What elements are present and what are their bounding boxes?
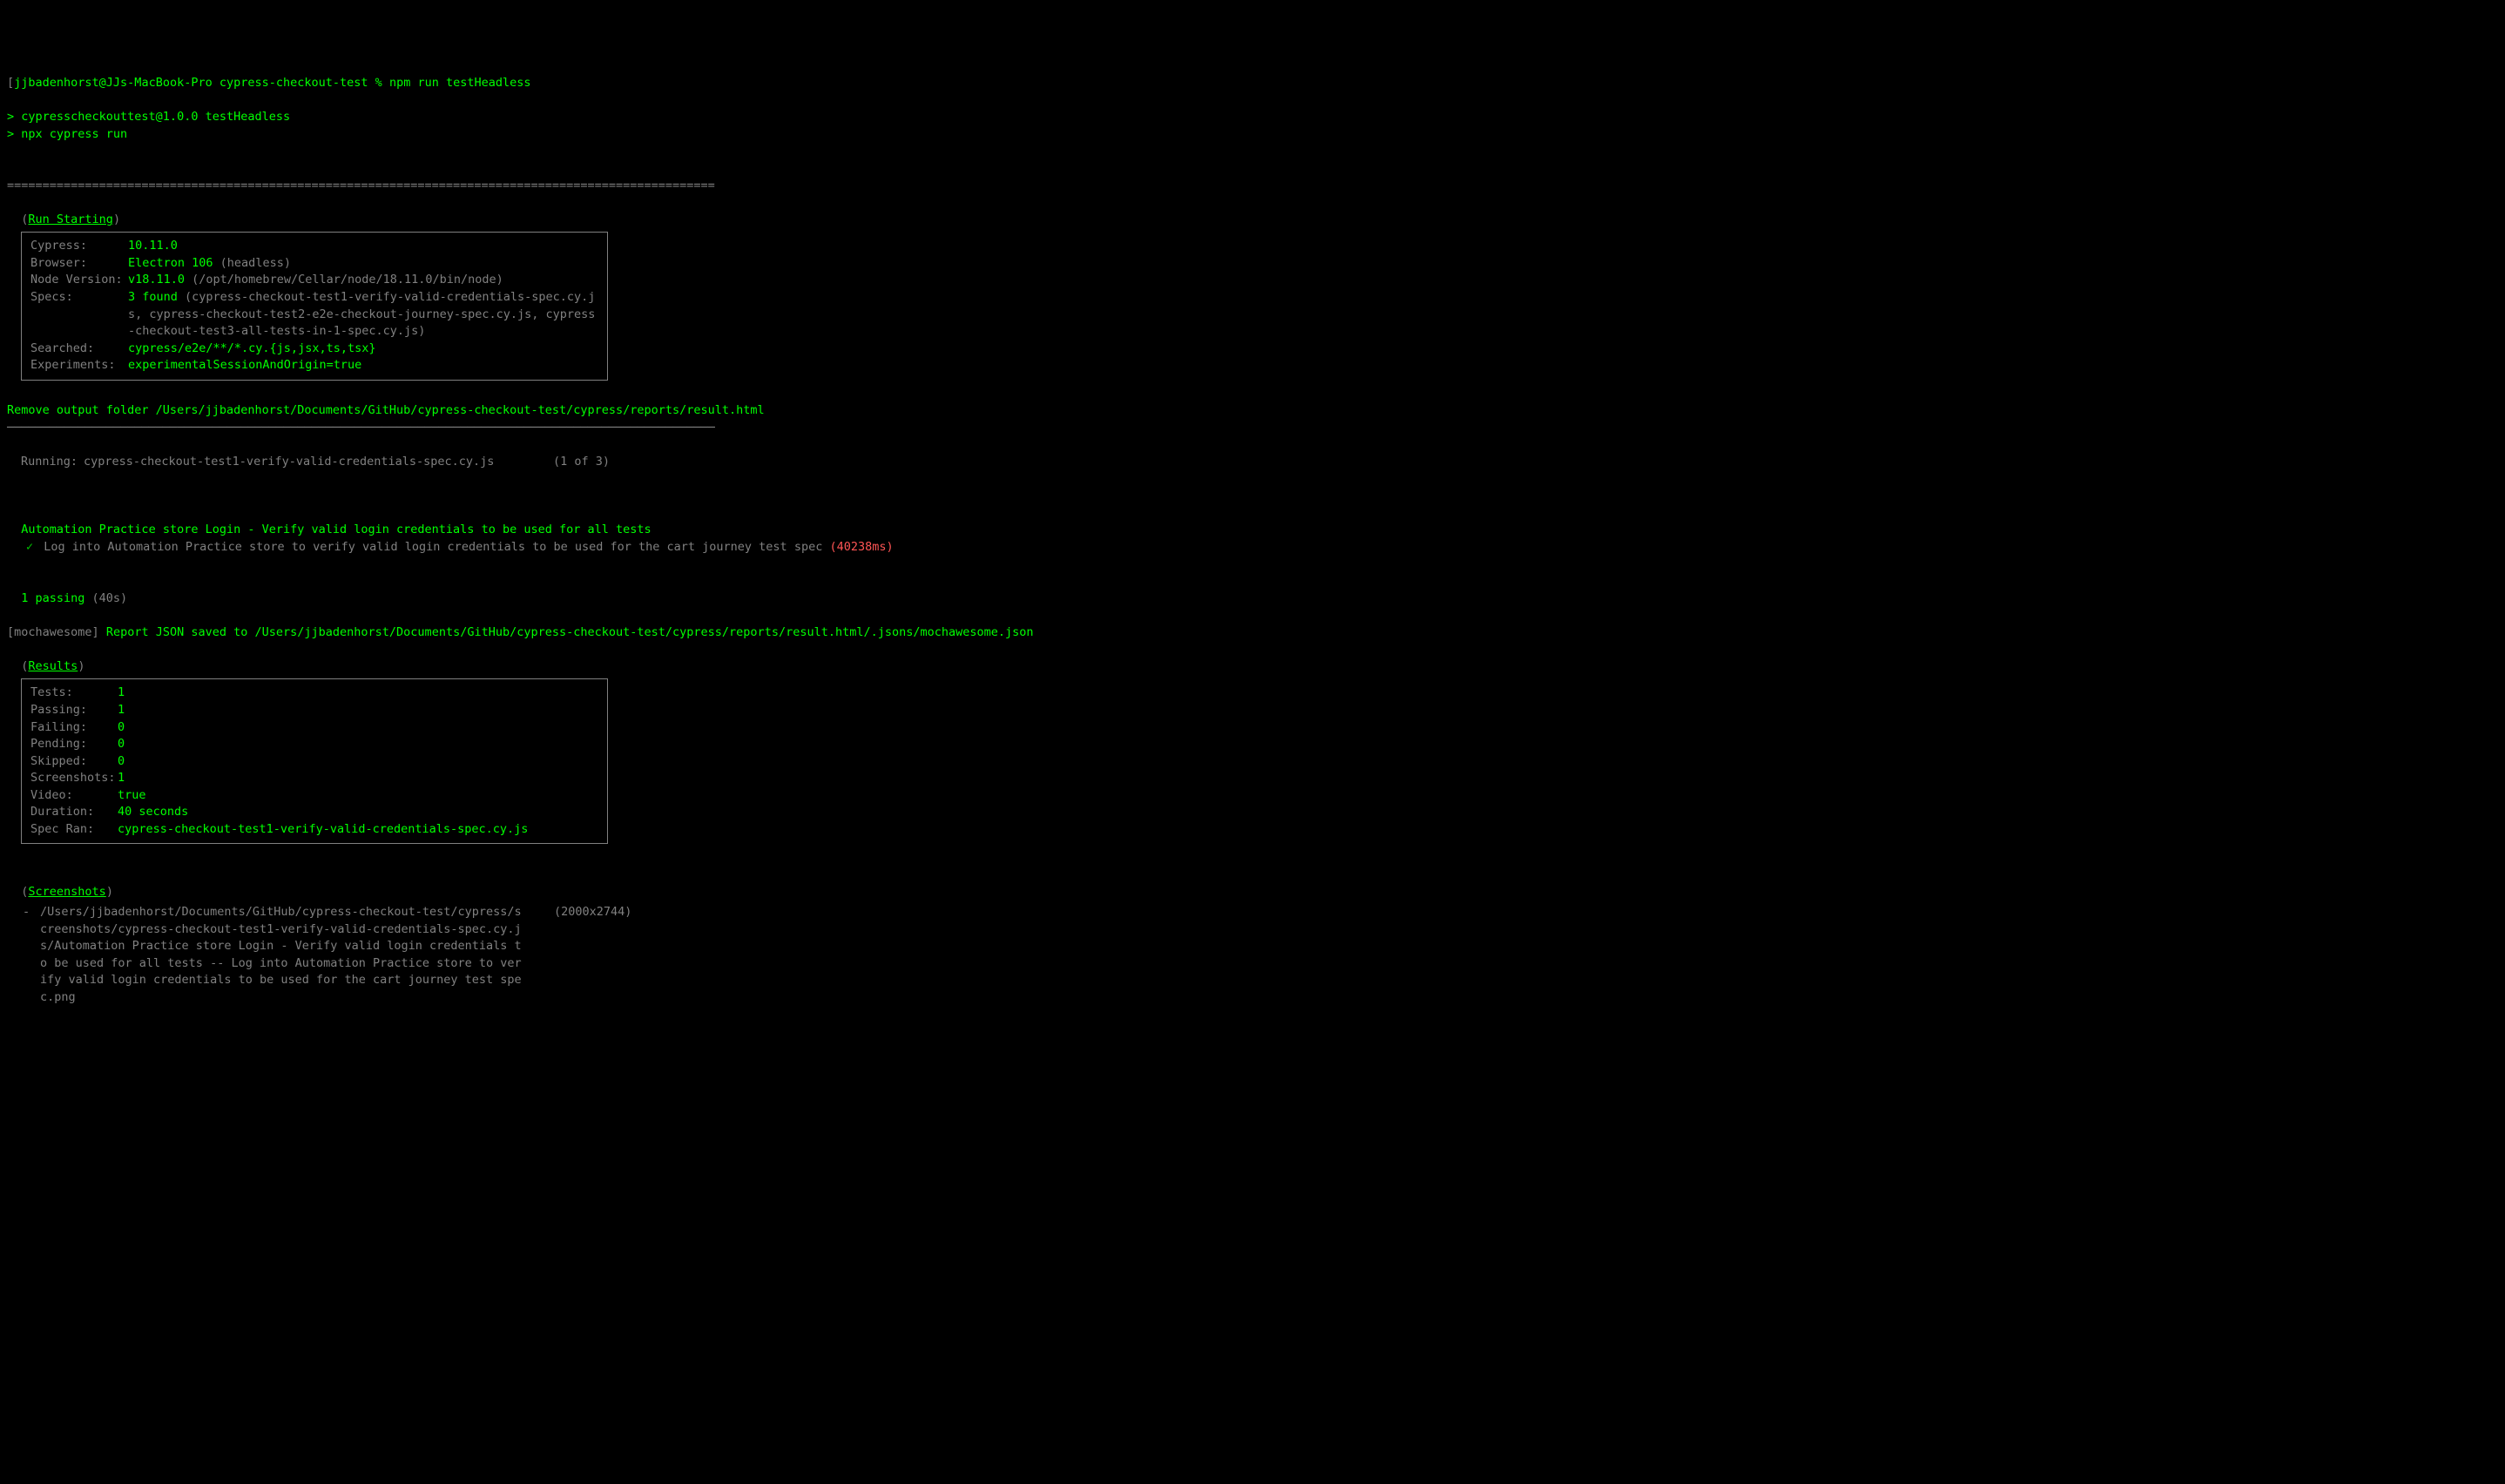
check-icon: ✓ xyxy=(26,540,37,554)
mochawesome-text: Report JSON saved to /Users/jjbadenhorst… xyxy=(99,625,1034,639)
env-info-box: Cypress:10.11.0Browser:Electron 106 (hea… xyxy=(21,232,608,381)
passing-time: (40s) xyxy=(84,591,127,605)
results-pending-row: Pending:0 xyxy=(30,736,598,753)
screenshots-header: (Screenshots) xyxy=(21,885,113,899)
results-spec-label: Spec Ran: xyxy=(30,821,118,839)
results-skipped-value: 0 xyxy=(118,753,125,771)
env-experiments-value: experimentalSessionAndOrigin=true xyxy=(128,357,598,374)
prompt-lbracket: [ xyxy=(7,76,14,90)
prompt-line: [jjbadenhorst@JJs-MacBook-Pro cypress-ch… xyxy=(7,76,531,90)
run-starting-label: Run Starting xyxy=(28,212,113,226)
screenshot-dimensions: (2000x2744) xyxy=(528,904,631,1006)
env-cypress-row: Cypress:10.11.0 xyxy=(30,238,598,255)
running-label: Running: xyxy=(21,454,84,471)
env-experiments-row: Experiments:experimentalSessionAndOrigin… xyxy=(30,357,598,374)
env-node-path: (/opt/homebrew/Cellar/node/18.11.0/bin/n… xyxy=(185,273,503,287)
env-specs-count: 3 found xyxy=(128,290,178,304)
results-video-value: true xyxy=(118,787,146,805)
results-box: Tests:1Passing:1Failing:0Pending:0Skippe… xyxy=(21,678,608,844)
results-pending-value: 0 xyxy=(118,736,125,753)
test-time: (40238ms) xyxy=(829,540,893,554)
npm-line-1: > cypresscheckouttest@1.0.0 testHeadless xyxy=(7,110,290,124)
env-experiments-label: Experiments: xyxy=(30,357,128,374)
prompt-path: cypress-checkout-test xyxy=(219,76,368,90)
results-screenshots-row: Screenshots:1 xyxy=(30,770,598,787)
results-failing-value: 0 xyxy=(118,719,125,737)
results-passing-value: 1 xyxy=(118,702,125,719)
results-passing-label: Passing: xyxy=(30,702,118,719)
running-file: cypress-checkout-test1-verify-valid-cred… xyxy=(84,454,553,471)
results-duration-row: Duration:40 seconds xyxy=(30,804,598,821)
env-searched-value: cypress/e2e/**/*.cy.{js,jsx,ts,tsx} xyxy=(128,341,598,358)
npm-line-2: > npx cypress run xyxy=(7,127,127,141)
divider2-line: ────────────────────────────────────────… xyxy=(7,421,715,435)
divider-line: ========================================… xyxy=(7,179,715,192)
env-cypress-value: 10.11.0 xyxy=(128,238,598,255)
env-node-label: Node Version: xyxy=(30,272,128,289)
results-passing-row: Passing:1 xyxy=(30,702,598,719)
passing-count: 1 passing xyxy=(21,591,84,605)
screenshot-path: /Users/jjbadenhorst/Documents/GitHub/cyp… xyxy=(40,904,528,1006)
results-label: Results xyxy=(28,659,78,673)
screenshots-label: Screenshots xyxy=(28,885,105,899)
prompt-command: npm run testHeadless xyxy=(389,76,531,90)
prompt-user-host: jjbadenhorst@JJs-MacBook-Pro xyxy=(14,76,213,90)
results-duration-value: 40 seconds xyxy=(118,804,188,821)
env-searched-row: Searched:cypress/e2e/**/*.cy.{js,jsx,ts,… xyxy=(30,341,598,358)
results-screenshots-label: Screenshots: xyxy=(30,770,118,787)
results-pending-label: Pending: xyxy=(30,736,118,753)
results-video-row: Video:true xyxy=(30,787,598,805)
screenshot-entry: -/Users/jjbadenhorst/Documents/GitHub/cy… xyxy=(7,904,2498,1006)
results-skipped-label: Skipped: xyxy=(30,753,118,771)
env-specs-row: Specs:3 found (cypress-checkout-test1-ve… xyxy=(30,289,598,341)
prompt-sep: % xyxy=(368,76,389,90)
results-tests-label: Tests: xyxy=(30,685,118,702)
passing-summary: 1 passing (40s) xyxy=(21,591,127,605)
test-result-line: ✓ Log into Automation Practice store to … xyxy=(7,540,894,554)
env-browser-suffix: (headless) xyxy=(213,256,291,270)
env-specs-label: Specs: xyxy=(30,289,128,341)
run-starting-header: (Run Starting) xyxy=(21,212,120,226)
test-suite-name: Automation Practice store Login - Verify… xyxy=(21,523,651,536)
results-spec-row: Spec Ran:cypress-checkout-test1-verify-v… xyxy=(30,821,598,839)
env-searched-label: Searched: xyxy=(30,341,128,358)
env-browser-value: Electron 106 xyxy=(128,256,213,270)
running-line: Running:cypress-checkout-test1-verify-va… xyxy=(7,454,610,471)
results-video-label: Video: xyxy=(30,787,118,805)
env-cypress-label: Cypress: xyxy=(30,238,128,255)
results-skipped-row: Skipped:0 xyxy=(30,753,598,771)
results-header: (Results) xyxy=(21,659,84,673)
results-failing-label: Failing: xyxy=(30,719,118,737)
test-name: Log into Automation Practice store to ve… xyxy=(44,540,822,554)
env-node-value: v18.11.0 xyxy=(128,273,185,287)
mochawesome-tag: mochawesome xyxy=(14,625,91,639)
env-node-row: Node Version:v18.11.0 (/opt/homebrew/Cel… xyxy=(30,272,598,289)
remove-output-line: Remove output folder /Users/jjbadenhorst… xyxy=(7,403,765,417)
running-count: (1 of 3) xyxy=(553,454,610,471)
terminal-output[interactable]: [jjbadenhorst@JJs-MacBook-Pro cypress-ch… xyxy=(7,75,2498,1023)
env-specs-list: (cypress-checkout-test1-verify-valid-cre… xyxy=(128,290,595,338)
mochawesome-line: [mochawesome] Report JSON saved to /User… xyxy=(7,625,1034,639)
env-browser-label: Browser: xyxy=(30,255,128,273)
results-duration-label: Duration: xyxy=(30,804,118,821)
screenshot-dash: - xyxy=(7,904,40,1006)
results-tests-row: Tests:1 xyxy=(30,685,598,702)
results-failing-row: Failing:0 xyxy=(30,719,598,737)
results-screenshots-value: 1 xyxy=(118,770,125,787)
results-tests-value: 1 xyxy=(118,685,125,702)
env-browser-row: Browser:Electron 106 (headless) xyxy=(30,255,598,273)
results-spec-value: cypress-checkout-test1-verify-valid-cred… xyxy=(118,821,528,839)
